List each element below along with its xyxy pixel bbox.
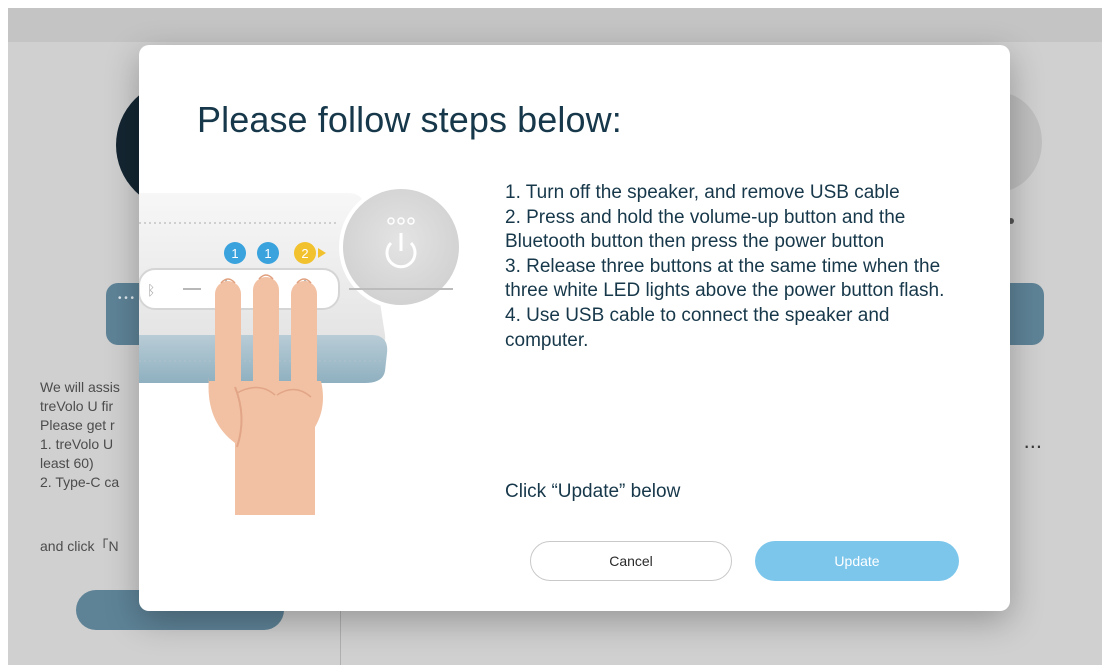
svg-text:1: 1 <box>231 246 238 261</box>
background-divider <box>340 608 341 665</box>
step-badge-1-right: 1 <box>257 242 279 264</box>
instruction-steps: 1. Turn off the speaker, and remove USB … <box>505 181 955 353</box>
power-button-zoom <box>339 185 463 309</box>
speaker-button-illustration: ᛒ 1 1 2 <box>139 185 463 515</box>
update-instructions-dialog: Please follow steps below: ᛒ 1 1 2 1. Tu… <box>139 45 1010 611</box>
svg-text:1: 1 <box>264 246 271 261</box>
instruction-step: 3. Release three buttons at the same tim… <box>505 255 945 302</box>
instruction-step: 1. Turn off the speaker, and remove USB … <box>505 182 900 203</box>
instruction-step: 4. Use USB cable to connect the speaker … <box>505 304 890 351</box>
update-hint-text: Click “Update” below <box>505 481 681 502</box>
step-badge-1-left: 1 <box>224 242 246 264</box>
hand-illustration <box>208 274 323 515</box>
instruction-step: 2. Press and hold the volume-up button a… <box>505 206 906 253</box>
dialog-title: Please follow steps below: <box>197 99 622 140</box>
svg-text:2: 2 <box>301 246 308 261</box>
background-banner-dots: • • • <box>118 293 135 304</box>
bluetooth-icon: ᛒ <box>147 283 155 299</box>
background-ellipsis: ... <box>1023 428 1042 453</box>
update-button[interactable]: Update <box>755 541 959 581</box>
cancel-button[interactable]: Cancel <box>530 541 732 581</box>
background-toolbar <box>8 8 1102 42</box>
